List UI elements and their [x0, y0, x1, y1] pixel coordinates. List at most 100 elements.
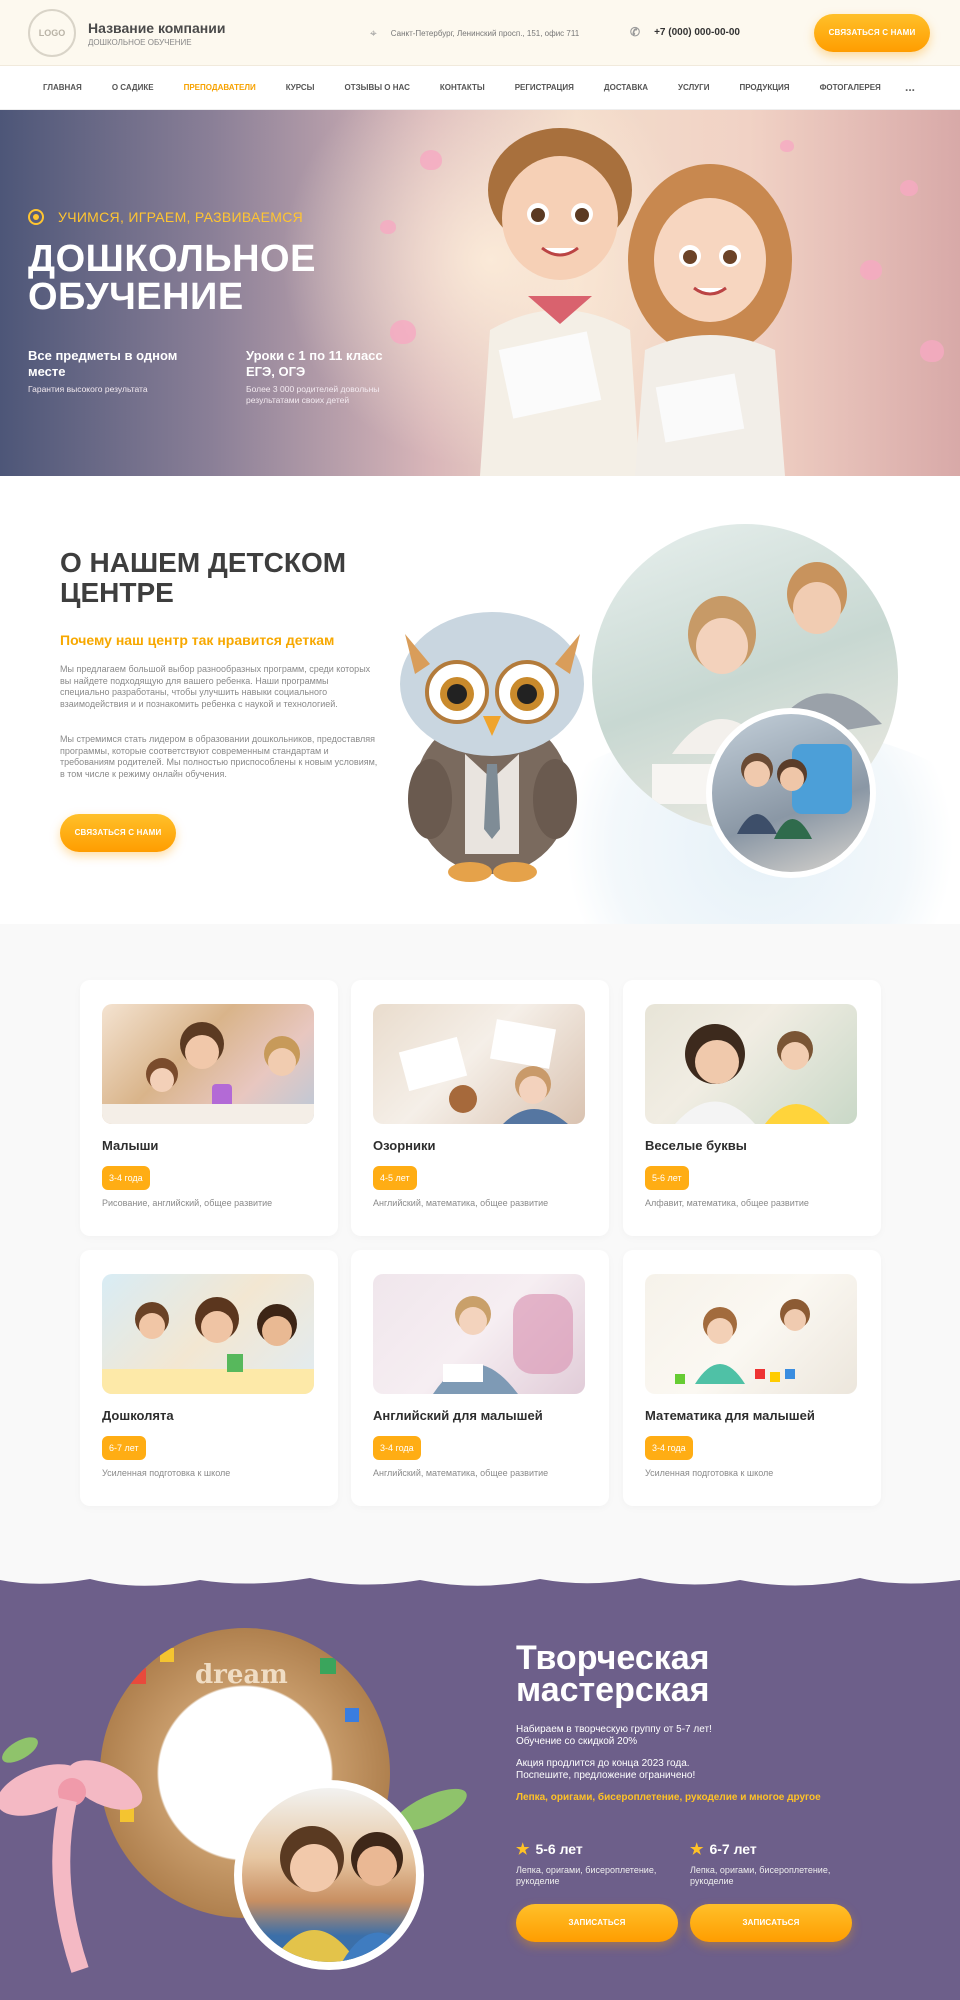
nav-item-courses[interactable]: КУРСЫ [286, 83, 315, 92]
hero-feature-lessons: Уроки с 1 по 11 класс ЕГЭ, ОГЭ Более 3 0… [246, 348, 406, 406]
ribbon-bow-decoration [0, 1737, 143, 1973]
hero-feature-title: Все предметы в одном месте [28, 348, 178, 379]
nav-item-products[interactable]: ПРОДУКЦИЯ [739, 83, 789, 92]
nav-item-contacts[interactable]: КОНТАКТЫ [440, 83, 485, 92]
smiling-girls-photo [234, 1780, 424, 1970]
about-contact-button[interactable]: СВЯЗАТЬСЯ С НАМИ [60, 814, 176, 852]
hero-children-illustration [480, 128, 792, 476]
course-photo-illustration [433, 1294, 573, 1394]
main-nav: ГЛАВНАЯ О САДИКЕ ПРЕПОДАВАТЕЛИ КУРСЫ ОТЗ… [0, 66, 960, 110]
about-title: О НАШЕМ ДЕТСКОМ ЦЕНТРЕ [60, 547, 347, 608]
workshop-text: Акция продлится до конца 2023 года. [516, 1758, 690, 1769]
course-image [645, 1274, 857, 1394]
age-badge: 5-6 лет [645, 1166, 689, 1190]
course-image [373, 1004, 585, 1124]
course-description: Алфавит, математика, общее развитие [645, 1198, 809, 1208]
hero-feature-title: Уроки с 1 по 11 класс ЕГЭ, ОГЭ [246, 348, 383, 379]
nav-item-registration[interactable]: РЕГИСТРАЦИЯ [515, 83, 574, 92]
course-title: Дошколята [102, 1408, 174, 1423]
nav-item-services[interactable]: УСЛУГИ [678, 83, 709, 92]
course-description: Английский, математика, общее развитие [373, 1198, 549, 1208]
company-block: Название компании ДОШКОЛЬНОЕ ОБУЧЕНИЕ [88, 20, 225, 47]
course-card[interactable]: Математика для малышей 3-4 года Усиленна… [623, 1250, 881, 1506]
course-card[interactable]: Озорники 4-5 лет Английский, математика,… [351, 980, 609, 1236]
heart-decoration [920, 340, 944, 362]
logo-text: LOGO [38, 28, 66, 38]
workshop-text: Обучение со скидкой 20% [516, 1736, 638, 1747]
dream-letters: dream [195, 1660, 288, 1690]
course-photo-illustration [102, 1022, 314, 1124]
age-badge: 3-4 года [645, 1436, 693, 1460]
course-image [645, 1004, 857, 1124]
course-card[interactable]: Малыши 3-4 года Рисование, английский, о… [80, 980, 338, 1236]
age-group: ★ 5-6 лет Лепка, оригами, бисероплетение,… [516, 1840, 676, 1887]
course-card[interactable]: Дошколята 6-7 лет Усиленная подготовка к… [80, 1250, 338, 1506]
smiling-girls-illustration [272, 1826, 416, 1962]
heart-decoration [860, 260, 882, 280]
course-card[interactable]: Веселые буквы 5-6 лет Алфавит, математик… [623, 980, 881, 1236]
hero-banner: УЧИМСЯ, ИГРАЕМ, РАЗВИВАЕМСЯ ДОШКОЛЬНОЕ О… [0, 110, 960, 476]
enroll-button[interactable]: ЗАПИСАТЬСЯ [690, 1904, 852, 1942]
owl-mascot [400, 612, 584, 882]
workshop-activities: Лепка, оригами, бисероплетение, рукодели… [516, 1792, 821, 1803]
kids-reading-photo [706, 708, 876, 878]
age-badge: 3-4 года [373, 1436, 421, 1460]
heart-decoration [900, 180, 918, 196]
age-badge: 3-4 года [102, 1166, 150, 1190]
address: ⌖ Санкт-Петербург, Ленинский просп., 151… [370, 26, 579, 41]
workshop-text: Поспешите, предложение ограничено! [516, 1770, 696, 1781]
location-pin-icon: ⌖ [370, 26, 377, 40]
age-group-title: 6-7 лет [709, 1841, 757, 1857]
company-subtitle: ДОШКОЛЬНОЕ ОБУЧЕНИЕ [88, 38, 192, 47]
about-paragraph: Мы стремимся стать лидером в образовании… [60, 734, 378, 779]
heart-decoration [380, 220, 396, 234]
course-photo-illustration [102, 1297, 314, 1394]
workshop-title: Творческая мастерская [516, 1639, 710, 1709]
nav-item-teachers[interactable]: ПРЕПОДАВАТЕЛИ [184, 83, 256, 92]
nav-item-gallery[interactable]: ФОТОГАЛЕРЕЯ [820, 83, 881, 92]
company-logo[interactable]: LOGO [28, 9, 76, 57]
star-icon: ★ [516, 1841, 530, 1858]
course-image [102, 1274, 314, 1394]
age-badge: 4-5 лет [373, 1166, 417, 1190]
top-header: LOGO Название компании ДОШКОЛЬНОЕ ОБУЧЕН… [0, 0, 960, 66]
phone-icon: ✆ [630, 25, 641, 39]
nav-item-reviews[interactable]: ОТЗЫВЫ О НАС [345, 83, 410, 92]
phone[interactable]: ✆ +7 (000) 000-00-00 [630, 25, 740, 39]
course-image [102, 1004, 314, 1124]
course-title: Озорники [373, 1138, 436, 1153]
nav-item-delivery[interactable]: ДОСТАВКА [604, 83, 648, 92]
workshop-section: dream Творческая мастерская Набираем в т… [0, 1570, 960, 2000]
enroll-button[interactable]: ЗАПИСАТЬСЯ [516, 1904, 678, 1942]
hero-feature-subtitle: Более 3 000 родителей довольны результат… [246, 384, 380, 405]
hero-tagline-text: УЧИМСЯ, ИГРАЕМ, РАЗВИВАЕМСЯ [58, 209, 304, 225]
course-photo-illustration [675, 1024, 830, 1124]
nav-item-home[interactable]: ГЛАВНАЯ [43, 83, 82, 92]
target-icon [28, 209, 44, 225]
course-photo-illustration [398, 1019, 568, 1124]
age-group: ★ 6-7 лет Лепка, оригами, бисероплетение,… [690, 1840, 850, 1887]
torn-paper-edge [0, 1570, 960, 1586]
course-description: Усиленная подготовка к школе [102, 1468, 231, 1478]
course-card[interactable]: Английский для малышей 3-4 года Английск… [351, 1250, 609, 1506]
course-title: Веселые буквы [645, 1138, 747, 1153]
about-subtitle: Почему наш центр так нравится деткам [60, 632, 335, 648]
age-group-description: Лепка, оригами, бисероплетение, рукодели… [516, 1865, 657, 1886]
age-group-title: 5-6 лет [535, 1841, 583, 1857]
address-text: Санкт-Петербург, Ленинский просп., 151, … [390, 29, 580, 38]
nav-more-button[interactable]: ... [905, 80, 915, 94]
course-description: Рисование, английский, общее развитие [102, 1198, 273, 1208]
contact-us-button[interactable]: СВЯЗАТЬСЯ С НАМИ [814, 14, 930, 52]
star-icon: ★ [690, 1841, 704, 1858]
kids-reading-illustration [737, 744, 852, 839]
course-photo-illustration [675, 1299, 810, 1384]
courses-section: Малыши 3-4 года Рисование, английский, о… [0, 924, 960, 1570]
about-section: О НАШЕМ ДЕТСКОМ ЦЕНТРЕ Почему наш центр … [0, 476, 960, 924]
nav-item-about[interactable]: О САДИКЕ [112, 83, 154, 92]
phone-number[interactable]: +7 (000) 000-00-00 [654, 27, 740, 38]
hero-feature-subtitle: Гарантия высокого результата [28, 384, 148, 394]
course-description: Усиленная подготовка к школе [645, 1468, 774, 1478]
course-title: Математика для малышей [645, 1408, 815, 1423]
hero-feature-subjects: Все предметы в одном месте Гарантия высо… [28, 348, 208, 395]
age-badge: 6-7 лет [102, 1436, 146, 1460]
